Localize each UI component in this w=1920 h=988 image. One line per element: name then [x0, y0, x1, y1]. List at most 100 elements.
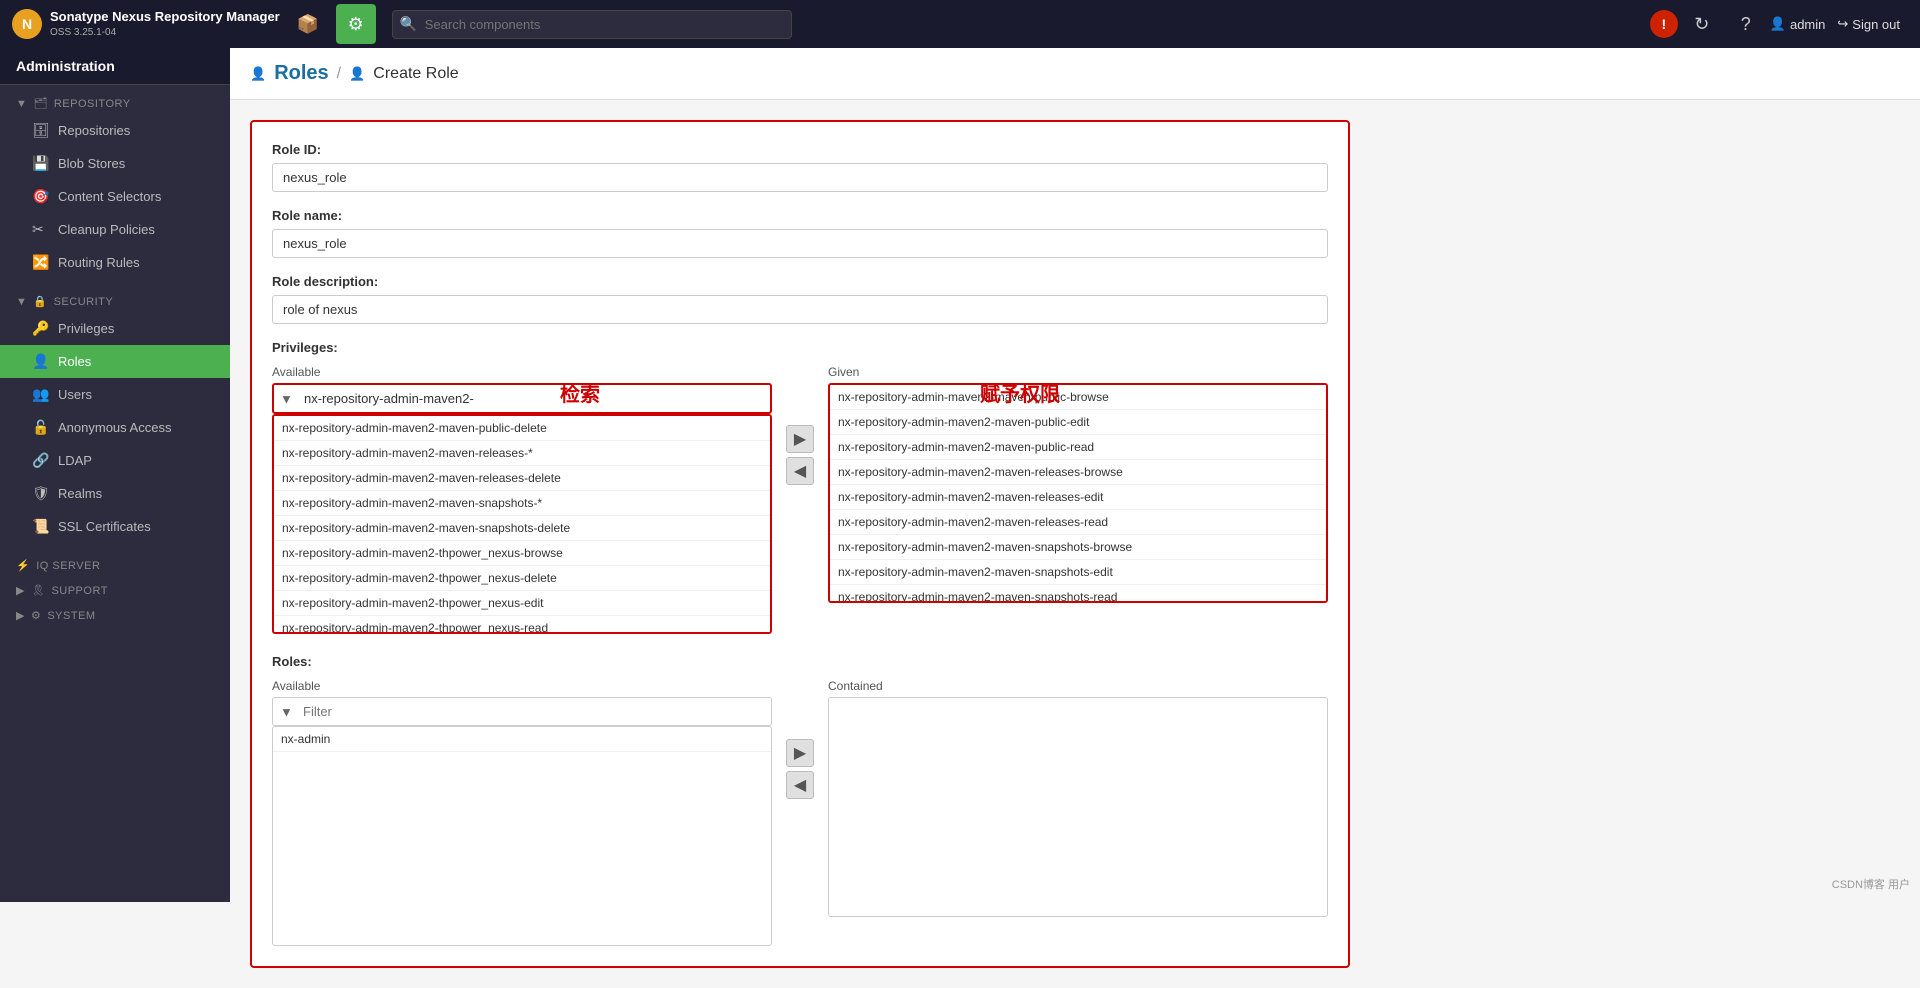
sidebar-item-realms[interactable]: 🛡 Realms	[0, 477, 230, 510]
sidebar-item-content-selectors-label: Content Selectors	[58, 189, 161, 204]
roles-filter-wrap: ▼	[272, 697, 772, 726]
roles-label: Roles:	[272, 654, 1328, 669]
roles-icon: 👤	[32, 353, 50, 370]
list-item[interactable]: nx-repository-admin-maven2-maven-release…	[830, 510, 1326, 535]
list-item[interactable]: nx-repository-admin-maven2-thpower_nexus…	[274, 566, 770, 591]
breadcrumb-roles-icon: 👤	[250, 66, 266, 82]
sidebar-item-ssl-certificates[interactable]: 📜 SSL Certificates	[0, 510, 230, 543]
list-item[interactable]: nx-repository-admin-maven2-maven-public-…	[830, 410, 1326, 435]
sidebar-support-group[interactable]: ▶ 🎗 Support	[0, 576, 230, 601]
role-desc-label: Role description:	[272, 274, 1328, 289]
sidebar-item-content-selectors[interactable]: 🎯 Content Selectors	[0, 180, 230, 213]
list-item[interactable]: nx-repository-admin-maven2-maven-release…	[274, 441, 770, 466]
role-desc-input[interactable]	[272, 295, 1328, 324]
sidebar-item-roles-label: Roles	[58, 354, 91, 369]
sidebar-item-anonymous-access[interactable]: 🔓 Anonymous Access	[0, 411, 230, 444]
signout-label: Sign out	[1852, 17, 1900, 32]
sidebar-security-group[interactable]: ▼ 🔒 Security	[0, 287, 230, 312]
logo-text: Sonatype Nexus Repository Manager OSS 3.…	[50, 9, 280, 39]
annotation-search: 检索	[560, 378, 600, 407]
breadcrumb-current-icon: 👤	[349, 66, 365, 82]
search-input[interactable]	[392, 10, 792, 39]
roles-contained-list[interactable]	[828, 697, 1328, 917]
role-id-label: Role ID:	[272, 142, 1328, 157]
cleanup-policies-icon: ✂	[32, 221, 50, 238]
users-icon: 👥	[32, 386, 50, 403]
sidebar-item-repositories[interactable]: 🗄 Repositories	[0, 114, 230, 147]
list-item[interactable]: nx-repository-admin-maven2-maven-snapsho…	[274, 516, 770, 541]
refresh-button[interactable]: ↻	[1682, 4, 1722, 44]
roles-filter-input[interactable]	[272, 697, 772, 726]
sidebar-item-anonymous-access-label: Anonymous Access	[58, 420, 171, 435]
privileges-given-header: Given	[828, 365, 1328, 379]
list-item[interactable]: nx-repository-admin-maven2-maven-release…	[830, 460, 1326, 485]
list-item[interactable]: nx-repository-admin-maven2-maven-release…	[274, 466, 770, 491]
role-id-input[interactable]	[272, 163, 1328, 192]
transfer-left-button[interactable]: ◀	[786, 457, 814, 485]
nav-settings-button[interactable]: ⚙	[336, 4, 376, 44]
privileges-label: Privileges:	[272, 340, 1328, 355]
role-name-group: Role name:	[272, 208, 1328, 258]
list-item[interactable]: nx-repository-admin-maven2-maven-public-…	[830, 385, 1326, 410]
sidebar-item-routing-rules[interactable]: 🔀 Routing Rules	[0, 246, 230, 279]
sidebar-item-users-label: Users	[58, 387, 92, 402]
sidebar-system-group[interactable]: ▶ ⚙ System	[0, 601, 230, 626]
sidebar-item-privileges[interactable]: 🔑 Privileges	[0, 312, 230, 345]
user-icon: 👤	[1770, 16, 1786, 32]
list-item[interactable]: nx-admin	[273, 727, 771, 752]
search-container: 🔍	[392, 10, 792, 39]
sidebar-item-realms-label: Realms	[58, 486, 102, 501]
privileges-available-col: Available ▼ nx-repository-admin-maven2-m…	[272, 365, 772, 634]
transfer-right-button[interactable]: ▶	[786, 425, 814, 453]
list-item[interactable]: nx-repository-admin-maven2-maven-release…	[830, 485, 1326, 510]
roles-transfer-buttons: ▶ ◀	[780, 739, 820, 799]
roles-available-header: Available	[272, 679, 772, 693]
roles-available-list[interactable]: nx-admin	[272, 726, 772, 946]
repositories-icon: 🗄	[32, 122, 50, 139]
role-name-input[interactable]	[272, 229, 1328, 258]
list-item[interactable]: nx-repository-admin-maven2-maven-public-…	[274, 416, 770, 441]
form-area: Role ID: Role name: Role description: Pr…	[230, 100, 1920, 988]
signout-icon: ↪	[1837, 16, 1848, 32]
list-item[interactable]: nx-repository-admin-maven2-maven-snapsho…	[830, 535, 1326, 560]
sidebar-iq-server-group[interactable]: ⚡ IQ Server	[0, 551, 230, 576]
sidebar-item-routing-rules-label: Routing Rules	[58, 255, 140, 270]
warning-badge[interactable]: !	[1650, 10, 1678, 38]
help-button[interactable]: ?	[1726, 4, 1766, 44]
signout-button[interactable]: ↪ Sign out	[1829, 12, 1908, 36]
nav-packages-button[interactable]: 📦	[288, 4, 328, 44]
repository-icon: 🗂	[33, 97, 47, 110]
roles-available-col: Available ▼ nx-admin	[272, 679, 772, 946]
list-item[interactable]: nx-repository-admin-maven2-thpower_nexus…	[274, 616, 770, 634]
privileges-available-list[interactable]: nx-repository-admin-maven2-maven-public-…	[272, 414, 772, 634]
list-item[interactable]: nx-repository-admin-maven2-maven-public-…	[830, 435, 1326, 460]
role-desc-group: Role description:	[272, 274, 1328, 324]
roles-transfer-left-button[interactable]: ◀	[786, 771, 814, 799]
privileges-filter-input[interactable]	[272, 383, 772, 414]
sidebar-item-roles[interactable]: 👤 Roles	[0, 345, 230, 378]
sidebar: Administration ▼ 🗂 Repository 🗄 Reposito…	[0, 48, 230, 902]
chevron-down-icon: ▼	[16, 98, 27, 110]
sidebar-item-ldap[interactable]: 🔗 LDAP	[0, 444, 230, 477]
app-logo: N Sonatype Nexus Repository Manager OSS …	[12, 9, 280, 39]
list-item[interactable]: nx-repository-admin-maven2-maven-snapsho…	[274, 491, 770, 516]
privileges-filter-wrap: ▼	[272, 383, 772, 414]
sidebar-repository-group[interactable]: ▼ 🗂 Repository	[0, 89, 230, 114]
list-item[interactable]: nx-repository-admin-maven2-maven-snapsho…	[830, 585, 1326, 603]
ldap-icon: 🔗	[32, 452, 50, 469]
anonymous-access-icon: 🔓	[32, 419, 50, 436]
sidebar-support-label: Support	[51, 585, 107, 597]
sidebar-security-label: Security	[54, 296, 114, 308]
breadcrumb-roles-link[interactable]: Roles	[274, 62, 328, 85]
sidebar-item-repositories-label: Repositories	[58, 123, 130, 138]
sidebar-item-users[interactable]: 👥 Users	[0, 378, 230, 411]
watermark: CSDN博客 用户	[1832, 876, 1910, 892]
sidebar-item-blob-stores[interactable]: 💾 Blob Stores	[0, 147, 230, 180]
sidebar-item-cleanup-policies[interactable]: ✂ Cleanup Policies	[0, 213, 230, 246]
list-item[interactable]: nx-repository-admin-maven2-thpower_nexus…	[274, 591, 770, 616]
list-item[interactable]: nx-repository-admin-maven2-thpower_nexus…	[274, 541, 770, 566]
support-icon: 🎗	[31, 584, 45, 597]
privileges-given-list[interactable]: nx-repository-admin-maven2-maven-public-…	[828, 383, 1328, 603]
roles-transfer-right-button[interactable]: ▶	[786, 739, 814, 767]
list-item[interactable]: nx-repository-admin-maven2-maven-snapsho…	[830, 560, 1326, 585]
